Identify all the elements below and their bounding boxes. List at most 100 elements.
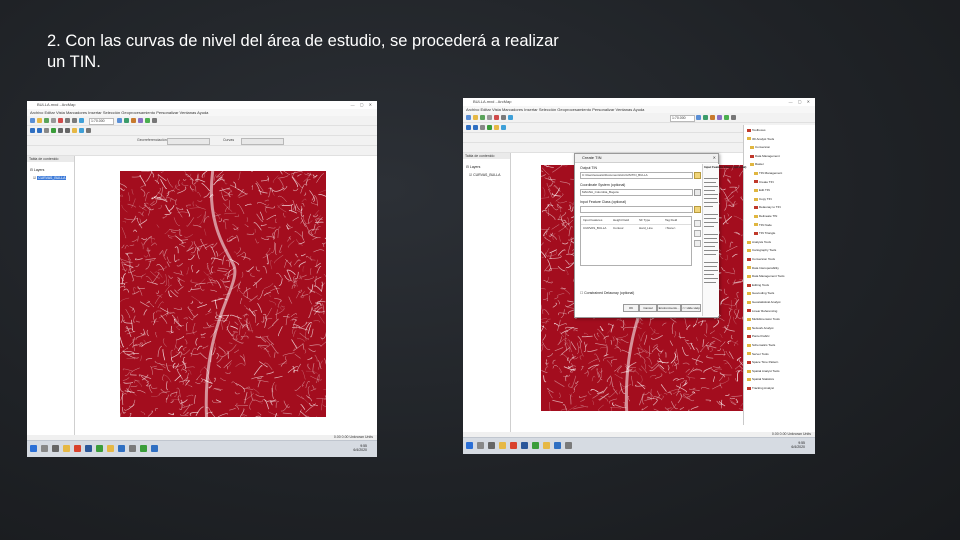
map-view[interactable] — [75, 156, 377, 436]
toolbox-item[interactable]: Cartography Tools — [747, 248, 776, 252]
georef-layer-field[interactable] — [167, 138, 210, 145]
windows-taskbar[interactable]: 9:55 6/4/2020 — [463, 437, 815, 454]
python-icon[interactable] — [145, 118, 150, 123]
folder-icon[interactable] — [107, 445, 114, 452]
cell-tag[interactable]: <None> — [665, 226, 676, 230]
save-icon[interactable] — [480, 115, 485, 120]
identify-icon[interactable] — [501, 125, 506, 130]
coordinate-system-field[interactable]: MAGNA_Colombia_Bogota — [580, 189, 693, 196]
app3-icon[interactable] — [151, 445, 158, 452]
toolbox-item[interactable]: Network Analyst — [747, 326, 774, 330]
toolbox-item[interactable]: 3D Analyst Tools — [747, 137, 774, 141]
select-icon[interactable] — [494, 125, 499, 130]
toolbox-item[interactable]: Data Interoperability — [747, 266, 779, 270]
toolbox-item[interactable]: Analysis Tools — [747, 240, 771, 244]
cell-sftype[interactable]: Hard_Line — [639, 226, 653, 230]
folder-icon[interactable] — [694, 172, 701, 179]
menu-items[interactable]: Archivo Editar Vista Marcadores Insertar… — [466, 107, 644, 112]
forward-icon[interactable] — [65, 128, 70, 133]
toolbox-item[interactable]: TIN Node — [754, 223, 772, 227]
pan-icon[interactable] — [480, 125, 485, 130]
toolbox-icon[interactable] — [138, 118, 143, 123]
toolbox-item[interactable]: Data Management — [750, 154, 780, 158]
input-features-field[interactable] — [580, 206, 693, 213]
toc-layers-group[interactable]: ⊟ Layers — [30, 168, 44, 172]
properties-icon[interactable] — [694, 189, 701, 196]
toolbox-item[interactable]: Space Time Pattern — [747, 360, 778, 364]
select-icon[interactable] — [72, 128, 77, 133]
identify-icon[interactable] — [79, 128, 84, 133]
toolbox-item[interactable]: Delineate TIN — [754, 214, 777, 218]
toolbar-georef[interactable]: Georreferenciación Curvas — [27, 136, 377, 146]
toolbox-item[interactable]: Edit TIN — [754, 188, 770, 192]
zoom-out-icon[interactable] — [473, 125, 478, 130]
input-features-table[interactable]: Input Features Height Field SF Type Tag … — [580, 216, 692, 266]
toolbox-item[interactable]: Data Management Tools — [747, 274, 784, 278]
toolbox-item[interactable]: Linear Referencing — [747, 309, 777, 313]
menu-items[interactable]: Archivo Editar Vista Marcadores Insertar… — [30, 110, 208, 115]
toolbox-item[interactable]: Toolboxes — [747, 128, 766, 132]
chrome-icon[interactable] — [74, 445, 81, 452]
toolbox-item[interactable]: Spatial Statistics — [747, 377, 774, 381]
save-icon[interactable] — [44, 118, 49, 123]
toolbox-item[interactable]: Delaunay to TIN — [754, 205, 781, 209]
menu-bar[interactable]: Archivo Editar Vista Marcadores Insertar… — [463, 106, 815, 113]
open-icon[interactable] — [37, 118, 42, 123]
toolbox-item[interactable]: Conversion — [750, 145, 770, 149]
python-icon[interactable] — [724, 115, 729, 120]
search-icon[interactable] — [710, 115, 715, 120]
toc-layer-label[interactable]: CURVAS_BULLA — [37, 176, 67, 180]
environments-button[interactable]: Environments... — [657, 304, 681, 312]
folder-icon[interactable] — [543, 442, 550, 449]
zoom-out-icon[interactable] — [37, 128, 42, 133]
layer-field[interactable] — [241, 138, 284, 145]
window-controls[interactable]: — ▢ ✕ — [789, 99, 812, 104]
search-icon[interactable] — [41, 445, 48, 452]
catalog-icon[interactable] — [124, 118, 129, 123]
move-up-icon[interactable] — [694, 230, 701, 237]
create-tin-dialog[interactable]: Create TIN ✕ Output TIN C:\Users\usuario… — [574, 153, 746, 318]
new-icon[interactable] — [466, 115, 471, 120]
toolbox-item[interactable]: TIN Triangle — [754, 231, 775, 235]
copy-icon[interactable] — [65, 118, 70, 123]
full-extent-icon[interactable] — [487, 125, 492, 130]
word-icon[interactable] — [85, 445, 92, 452]
toolbar-extra[interactable] — [27, 146, 377, 156]
paste-icon[interactable] — [72, 118, 77, 123]
pan-icon[interactable] — [44, 128, 49, 133]
measure-icon[interactable] — [86, 128, 91, 133]
arcmap-icon[interactable] — [532, 442, 539, 449]
toolbar-standard[interactable]: 1:70.000 — [463, 113, 815, 123]
toolbar-tools[interactable] — [27, 126, 377, 136]
zoom-in-icon[interactable] — [30, 128, 35, 133]
cell-input[interactable]: CURVAS_BULLA — [583, 226, 606, 230]
chrome-icon[interactable] — [510, 442, 517, 449]
toolbox-item[interactable]: Geocoding Tools — [747, 291, 774, 295]
output-tin-field[interactable]: C:\Users\usuario\Documents\ArcGIS\TIN_BU… — [580, 172, 693, 179]
toolbar-standard[interactable]: 1:70.000 — [27, 116, 377, 126]
editor-icon[interactable] — [696, 115, 701, 120]
scale-field[interactable]: 1:70.000 — [89, 118, 114, 125]
cut-icon[interactable] — [494, 115, 499, 120]
hide-help-button[interactable]: << Hide Help — [681, 304, 701, 312]
app-icon[interactable] — [129, 445, 136, 452]
search-icon[interactable] — [477, 442, 484, 449]
menu-bar[interactable]: Archivo Editar Vista Marcadores Insertar… — [27, 109, 377, 116]
move-down-icon[interactable] — [694, 240, 701, 247]
explorer-icon[interactable] — [499, 442, 506, 449]
search-icon[interactable] — [131, 118, 136, 123]
toolbox-item[interactable]: Copy TIN — [754, 197, 772, 201]
ie-icon[interactable] — [554, 442, 561, 449]
close-icon[interactable]: ✕ — [713, 155, 716, 160]
app-icon[interactable] — [565, 442, 572, 449]
toc-layer-item[interactable]: ☑ CURVAS_BULLA — [469, 173, 500, 177]
toc-layer-label[interactable]: CURVAS_BULLA — [473, 173, 500, 177]
windows-icon[interactable] — [466, 442, 473, 449]
ok-button[interactable]: OK — [623, 304, 639, 312]
new-icon[interactable] — [30, 118, 35, 123]
cut-icon[interactable] — [58, 118, 63, 123]
windows-taskbar[interactable]: 9:55 6/4/2020 — [27, 440, 377, 457]
toolbox-item[interactable]: Conversion Tools — [747, 257, 775, 261]
remove-row-icon[interactable] — [694, 220, 701, 227]
cell-height[interactable]: Contour — [613, 226, 624, 230]
